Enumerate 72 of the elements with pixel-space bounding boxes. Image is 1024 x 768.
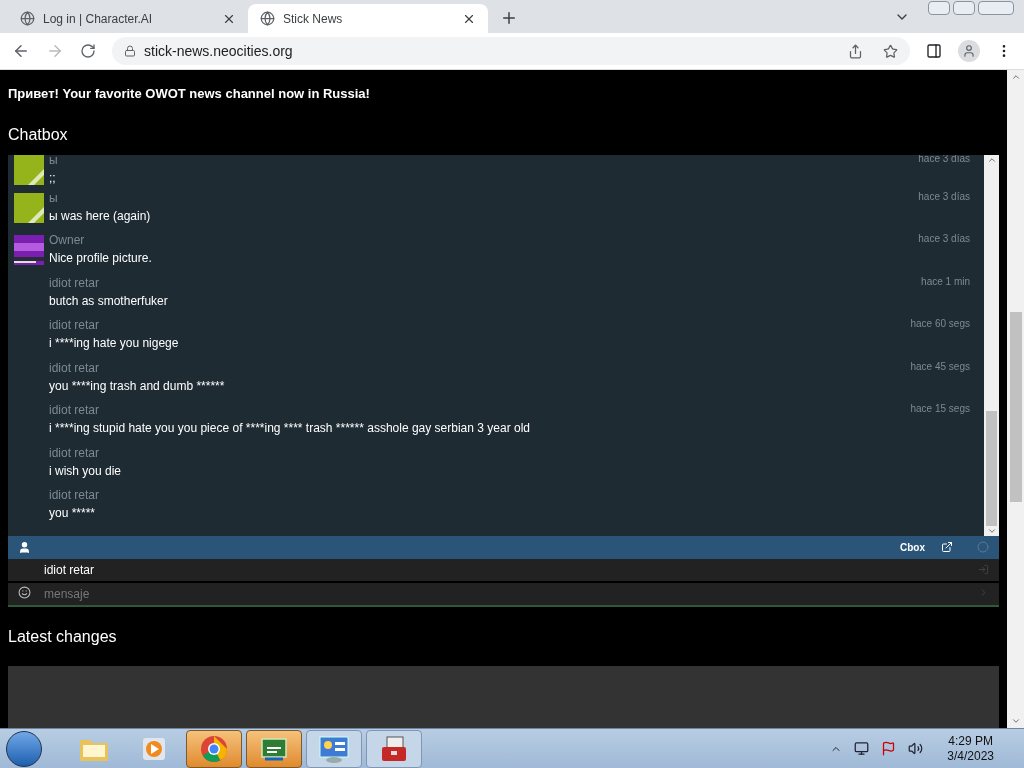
message-text: i ****ing stupid hate you you piece of ****ing **** trash ****** asshole gay serbian 3 year old: [49, 420, 531, 437]
volume-icon[interactable]: [908, 741, 924, 756]
restore-button[interactable]: [953, 1, 975, 15]
reload-icon[interactable]: [80, 43, 96, 59]
tab-title: Log in | Character.AI: [43, 10, 154, 28]
timestamp: hace 3 días: [918, 232, 970, 246]
message-text: ;;: [49, 169, 57, 187]
scroll-thumb[interactable]: [1009, 312, 1022, 502]
user-name: idiot retar: [49, 444, 100, 462]
user-name: ы: [49, 154, 58, 169]
message-text: ы was here (again): [49, 207, 152, 225]
new-tab-icon[interactable]: [500, 9, 518, 27]
browser-tab[interactable]: Log in | Character.AI: [8, 4, 248, 33]
scroll-down-icon[interactable]: [1010, 716, 1021, 726]
profile-icon[interactable]: [958, 40, 980, 62]
minimize-button[interactable]: [928, 1, 950, 15]
external-link-icon[interactable]: [941, 541, 953, 553]
globe-icon: [260, 11, 275, 26]
message-text: i ****ing hate you nigege: [49, 335, 180, 352]
user-name: ы: [49, 189, 58, 207]
flag-icon[interactable]: [881, 741, 897, 756]
emoji-icon[interactable]: [18, 585, 31, 599]
csharp-icon: [259, 735, 289, 762]
play-icon: [141, 735, 167, 762]
chrome-icon: [200, 734, 228, 763]
clock[interactable]: 4:29 PM 3/4/2023: [947, 733, 994, 764]
globe-icon: [20, 11, 35, 26]
bookmark-icon[interactable]: [883, 43, 898, 59]
banner-text: Привет! Your favorite OWOT news channel now in Russia!: [8, 85, 371, 103]
timestamp: hace 1 min: [921, 274, 970, 289]
message-text: you *****: [49, 505, 97, 522]
user-name: idiot retar: [49, 487, 100, 504]
user-name: idiot retar: [49, 359, 100, 377]
scrollbar[interactable]: [984, 154, 999, 536]
timestamp: hace 45 segs: [910, 359, 970, 374]
message-text: you ****ing trash and dumb ******: [49, 377, 226, 395]
share-icon[interactable]: [848, 43, 863, 59]
taskbar-app[interactable]: [186, 729, 242, 768]
timestamp: hace 3 días: [918, 154, 970, 166]
timestamp: hace 15 segs: [910, 402, 970, 416]
side-panel-icon[interactable]: [926, 43, 942, 59]
section-heading: Chatbox: [8, 124, 69, 145]
address-bar[interactable]: stick-news.neocities.org: [112, 37, 910, 65]
start-button[interactable]: [6, 730, 42, 767]
browser-tab[interactable]: Stick News: [248, 4, 488, 33]
close-button[interactable]: [978, 1, 1014, 15]
url-text: stick-news.neocities.org: [144, 41, 294, 61]
control-panel-icon: [318, 734, 350, 763]
taskbar-app[interactable]: [306, 729, 362, 768]
network-icon[interactable]: [854, 741, 870, 756]
user-name: idiot retar: [49, 402, 100, 419]
taskbar-app[interactable]: [366, 729, 422, 768]
tab-title: Stick News: [283, 10, 344, 28]
user-name: Owner: [49, 232, 85, 249]
scroll-thumb[interactable]: [986, 410, 997, 526]
timestamp: hace 3 días: [918, 189, 970, 204]
toolbox-icon: [379, 734, 409, 763]
timestamp: hace 60 segs: [910, 317, 970, 331]
section-heading: Latest changes: [8, 626, 118, 647]
status-icon: [977, 541, 989, 553]
taskbar-app[interactable]: [246, 729, 302, 768]
back-icon[interactable]: [12, 42, 30, 60]
user-name: idiot retar: [49, 317, 100, 334]
cbox-link[interactable]: Cbox: [900, 539, 925, 555]
message-field[interactable]: mensaje: [8, 582, 999, 607]
message-text: butch as smotherfuker: [49, 292, 169, 310]
message-text: Nice profile picture.: [49, 250, 153, 267]
page-scrollbar[interactable]: [1007, 70, 1024, 728]
user-name: idiot retar: [49, 274, 100, 292]
user-icon[interactable]: [18, 540, 31, 554]
message-text: i wish you die: [49, 462, 123, 480]
lock-icon: [124, 45, 136, 57]
